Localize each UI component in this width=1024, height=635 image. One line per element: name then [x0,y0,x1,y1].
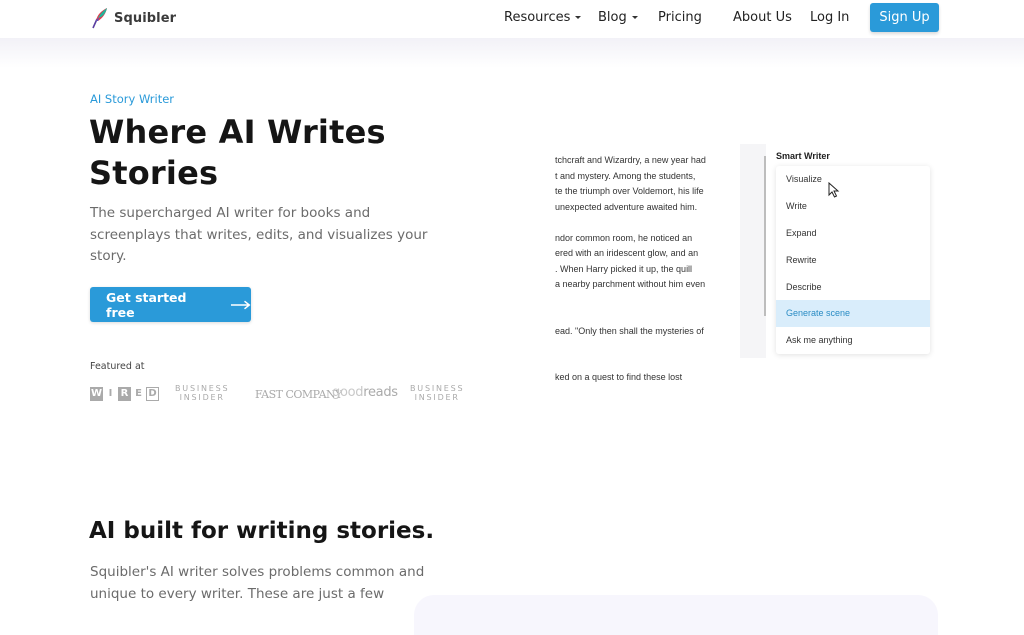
arrow-right-icon [230,300,251,309]
document-line [555,215,745,231]
brand-name: Squibler [114,10,177,26]
business-insider-logo: BUSINESS INSIDER [175,384,230,402]
document-line [555,355,745,371]
panel-scrollbar[interactable] [764,156,766,316]
menu-item-expand[interactable]: Expand [776,220,930,247]
document-line: a nearby parchment without him even [555,279,706,289]
hero-eyebrow: AI Story Writer [90,92,175,106]
nav-pricing[interactable]: Pricing [658,10,702,25]
menu-item-rewrite[interactable]: Rewrite [776,246,930,273]
featured-at-label: Featured at [90,361,145,372]
get-started-free-button[interactable]: Get started free [90,287,251,322]
business-insider-logo-2: BUSINESS INSIDER [410,384,465,402]
smart-writer-menu: Visualize Write Expand Rewrite Describe Gener… [776,166,930,354]
hero-title-line-1: Where AI Writes [89,113,386,151]
document-line: unexpected adventure awaited him. [555,201,698,212]
document-line: . When Harry picked it up, the quill [555,263,693,274]
story-document-preview: tchcraft and Wizardry, a new year had t a… [555,153,745,386]
menu-item-generate-scene[interactable]: Generate scene [776,299,930,327]
wired-logo: WIRED [90,387,159,401]
section-text: Squibler's AI writer solves problems com… [90,564,425,602]
document-line [555,339,745,355]
hero-subtitle: The supercharged AI writer for books and… [90,205,428,264]
quill-logo-icon [92,8,107,29]
chevron-down-icon [631,16,638,19]
document-line: tchcraft and Wizardry, a new year had [555,155,706,165]
section-title: AI built for writing stories. [89,518,435,544]
top-navbar: Squibler Resources Blog Pricing About Us… [0,0,1024,38]
document-line: t and mystery. Among the students, [555,170,696,181]
hero-title: Where AI Writes Stories [89,112,386,194]
mouse-pointer-icon [828,182,840,198]
menu-item-ask-me-anything[interactable]: Ask me anything [776,327,930,354]
nav-about-us[interactable]: About Us [733,10,792,25]
smart-writer-title: Smart Writer [776,151,830,161]
nav-blog[interactable]: Blog [598,10,638,25]
document-line: te the triumph over Voldemort, his life [555,186,704,196]
sign-up-button[interactable]: Sign Up [870,3,939,32]
menu-item-describe[interactable]: Describe [776,273,930,300]
panel-background [740,144,766,358]
brand-logo[interactable]: Squibler [90,7,176,29]
nav-resources[interactable]: Resources [504,10,582,25]
menu-item-visualize[interactable]: Visualize [776,166,930,193]
document-line [555,293,745,309]
document-line [555,308,745,324]
chevron-down-icon [575,16,582,19]
menu-item-write[interactable]: Write [776,193,930,220]
fast-company-logo: FAST COMPANY [255,388,342,401]
document-line: ered with an iridescent glow, and an [555,248,699,258]
nav-blog-label: Blog [598,10,627,25]
goodreads-logo: goodreads [332,385,398,400]
document-line: ked on a quest to find these lost [555,372,683,382]
document-line: ndor common room, he noticed an [555,232,693,243]
navbar-shadow [0,38,1024,68]
document-line: ead. "Only then shall the mysteries of [555,325,704,336]
feature-card [414,595,938,635]
hero-title-line-2: Stories [89,154,219,192]
nav-log-in[interactable]: Log In [810,10,849,25]
cta-label: Get started free [106,289,187,320]
nav-resources-label: Resources [504,10,571,25]
